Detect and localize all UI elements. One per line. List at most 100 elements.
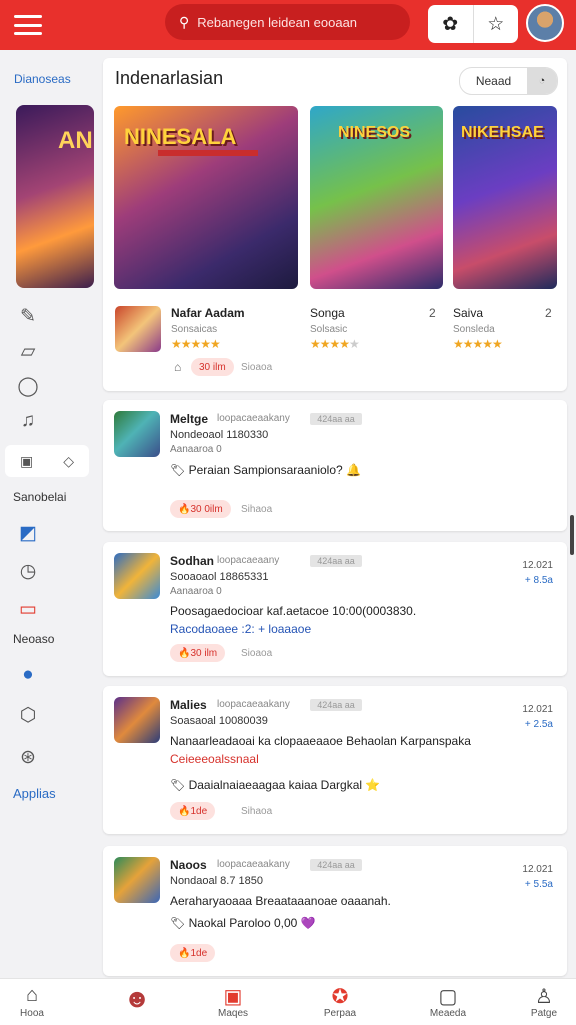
post-author[interactable]: Naoos: [170, 858, 207, 872]
sidebar-label-1: Sanobelai: [13, 490, 67, 504]
game-icon: ▣: [223, 986, 243, 1008]
post-badge: 424aa aa: [310, 859, 362, 871]
game-info-2: Songa Solsasic ★★★★★: [310, 306, 360, 351]
bottom-nav: ⌂ Hooa ☻ ▣ Maqes ✪ Perpaa ▢ Meaeda ♙ Pat…: [0, 978, 576, 1025]
like-count: 1de: [190, 805, 208, 817]
chat-icon[interactable]: ◯: [16, 375, 40, 398]
post-line-2: Aanaaroa 0: [170, 586, 222, 597]
search-input[interactable]: ⚲ Rebanegen leidean eooaan: [165, 4, 410, 40]
post-thumbnail[interactable]: [114, 697, 160, 743]
note-icon[interactable]: ▱: [16, 340, 40, 363]
like-pill[interactable]: 🔥 30 ilm: [170, 644, 226, 662]
featured-button[interactable]: Neaad ◔: [459, 67, 558, 95]
ball-icon[interactable]: ⊛: [16, 746, 40, 769]
post-card[interactable]: Naoos loopacaeaakany 424aa aa 12.021 + 5.…: [103, 846, 567, 976]
like-count: 30 0ilm: [190, 503, 223, 515]
nav-badge[interactable]: ✪ Perpaa: [305, 979, 375, 1025]
post-card[interactable]: Meltge loopacaeaakany 424aa aa Nondeoaol…: [103, 400, 567, 531]
post-body: Nanaarleadaoai ka clopaaeaaoe Behaolan K…: [170, 734, 471, 748]
post-thumbnail[interactable]: [114, 553, 160, 599]
tag-icon: 🏷: [170, 916, 189, 930]
view-count: Sihaoa: [241, 806, 273, 817]
featured-game-1[interactable]: NINESALA: [114, 106, 298, 289]
nav-profile-label: Patge: [530, 1008, 558, 1019]
sidebar-heading[interactable]: Dianoseas: [14, 72, 71, 86]
link-icon[interactable]: ●: [16, 664, 40, 686]
rating-stars: ★★★★★: [171, 337, 221, 351]
edit-icon[interactable]: ◩: [16, 522, 40, 545]
post-body: Aeraharyaoaaa Breaataaanoae oaaanah.: [170, 894, 391, 908]
game-art: NINESALA: [114, 106, 298, 289]
avatar[interactable]: [526, 4, 564, 42]
post-line-1: Soasaoal 10080039: [170, 715, 268, 727]
calendar-icon[interactable]: ▣: [20, 453, 33, 470]
tag-icon[interactable]: ◇: [63, 453, 74, 470]
game-info-3: Saiva Sonsleda ★★★★★: [453, 306, 503, 351]
post-link[interactable]: Ceieeeoalssnaal: [170, 752, 259, 766]
notification-icon[interactable]: ▭: [16, 598, 40, 621]
sidebar-label-2: Neoaso: [13, 632, 55, 646]
sidebar-chip-bar: ▣ ◇: [5, 445, 89, 477]
post-author[interactable]: Sodhan: [170, 554, 214, 568]
scrollbar[interactable]: [570, 515, 574, 555]
game-name[interactable]: Saiva: [453, 306, 502, 320]
post-line-1: Nondaoal 8.7 1850: [170, 875, 263, 887]
nav-games[interactable]: ▣ Maqes: [198, 979, 268, 1025]
gear-icon[interactable]: ✿: [428, 5, 474, 43]
box-icon[interactable]: ⬡: [16, 704, 40, 727]
header-actions: ✿ ☆: [428, 5, 518, 43]
tag-icon: 🏷: [170, 778, 189, 792]
post-line-3: 🏷 Daaialnaiaeaagaa kaiaa Dargkal ⭐: [170, 778, 381, 792]
badge-icon: ✪: [331, 986, 349, 1008]
search-placeholder: Rebanegen leidean eooaan: [197, 14, 358, 30]
featured-game-2[interactable]: NINESOS: [310, 106, 443, 289]
game-name[interactable]: Songa: [310, 306, 359, 320]
nav-home[interactable]: ⌂ Hooa: [0, 979, 67, 1025]
post-card[interactable]: Sodhan loopacaeaany 424aa aa 12.021 + 8.5…: [103, 542, 567, 676]
post-body: Poosagaedocioar kaf.aetacoe 10:00(000383…: [170, 604, 417, 618]
view-count: Sioaoa: [241, 648, 273, 659]
clock-icon[interactable]: ◷: [16, 560, 40, 583]
nav-community[interactable]: ☻: [102, 979, 172, 1025]
post-author[interactable]: Malies: [170, 698, 207, 712]
post-thumbnail[interactable]: [114, 411, 160, 457]
sidebar: Dianoseas AN ✎ ▱ ◯ ♫ ▣ ◇ Sanobelai ◩ ◷ ▭…: [0, 50, 96, 980]
like-pill[interactable]: 🔥 30 0ilm: [170, 500, 231, 518]
avatar-group-icon: ☻: [123, 983, 151, 1013]
nav-games-label: Maqes: [217, 1008, 248, 1019]
pen-icon[interactable]: ✎: [16, 305, 40, 328]
like-pill[interactable]: 🔥 1de: [170, 944, 216, 962]
post-line-1: Nondeoaol 1180330: [170, 429, 269, 441]
game-thumbnail[interactable]: [115, 306, 161, 352]
rating-stars: ★★★★★: [310, 337, 360, 351]
nav-messages[interactable]: ▢ Meaeda: [413, 979, 483, 1025]
game-info-1: Nafar Aadam Sonsaicas ★★★★★: [171, 306, 245, 351]
nav-profile[interactable]: ♙ Patge: [509, 979, 576, 1025]
fire-icon: 🔥: [178, 805, 191, 817]
post-author[interactable]: Meltge: [170, 412, 208, 426]
like-pill[interactable]: 30 ilm: [191, 358, 234, 376]
menu-icon[interactable]: [14, 12, 42, 38]
post-card[interactable]: Malies loopacaeaakany 424aa aa 12.021 + 2…: [103, 686, 567, 834]
post-date: 12.021 + 8.5a: [522, 560, 553, 586]
sidebar-banner-text: AN: [58, 127, 93, 154]
game-category: Solsasic: [310, 324, 348, 335]
post-thumbnail[interactable]: [114, 857, 160, 903]
like-count: 30 ilm: [190, 647, 218, 659]
like-pill[interactable]: 🔥 1de: [170, 802, 216, 820]
search-icon: ⚲: [179, 13, 190, 30]
music-icon[interactable]: ♫: [16, 410, 40, 432]
post-body: 🏷 Peraian Sampionsaraaniolo? 🔔: [170, 463, 361, 477]
game-art-text: NINESOS: [338, 124, 411, 141]
top-bar: ⚲ Rebanegen leidean eooaan ✿ ☆: [0, 0, 576, 50]
game-art: NIKEHSAE: [453, 106, 557, 289]
featured-game-3[interactable]: NIKEHSAE: [453, 106, 557, 289]
sidebar-banner[interactable]: AN: [16, 105, 94, 288]
post-link[interactable]: Racodaoaee :2: + loaaaoe: [170, 622, 311, 636]
game-art-text: NINESALA: [124, 124, 237, 149]
game-name[interactable]: Nafar Aadam: [171, 306, 245, 320]
game-art-text: NIKEHSAE: [461, 124, 544, 141]
sidebar-label-3[interactable]: Applias: [13, 786, 56, 801]
post-badge: 424aa aa: [310, 699, 362, 711]
star-icon[interactable]: ☆: [474, 5, 519, 43]
